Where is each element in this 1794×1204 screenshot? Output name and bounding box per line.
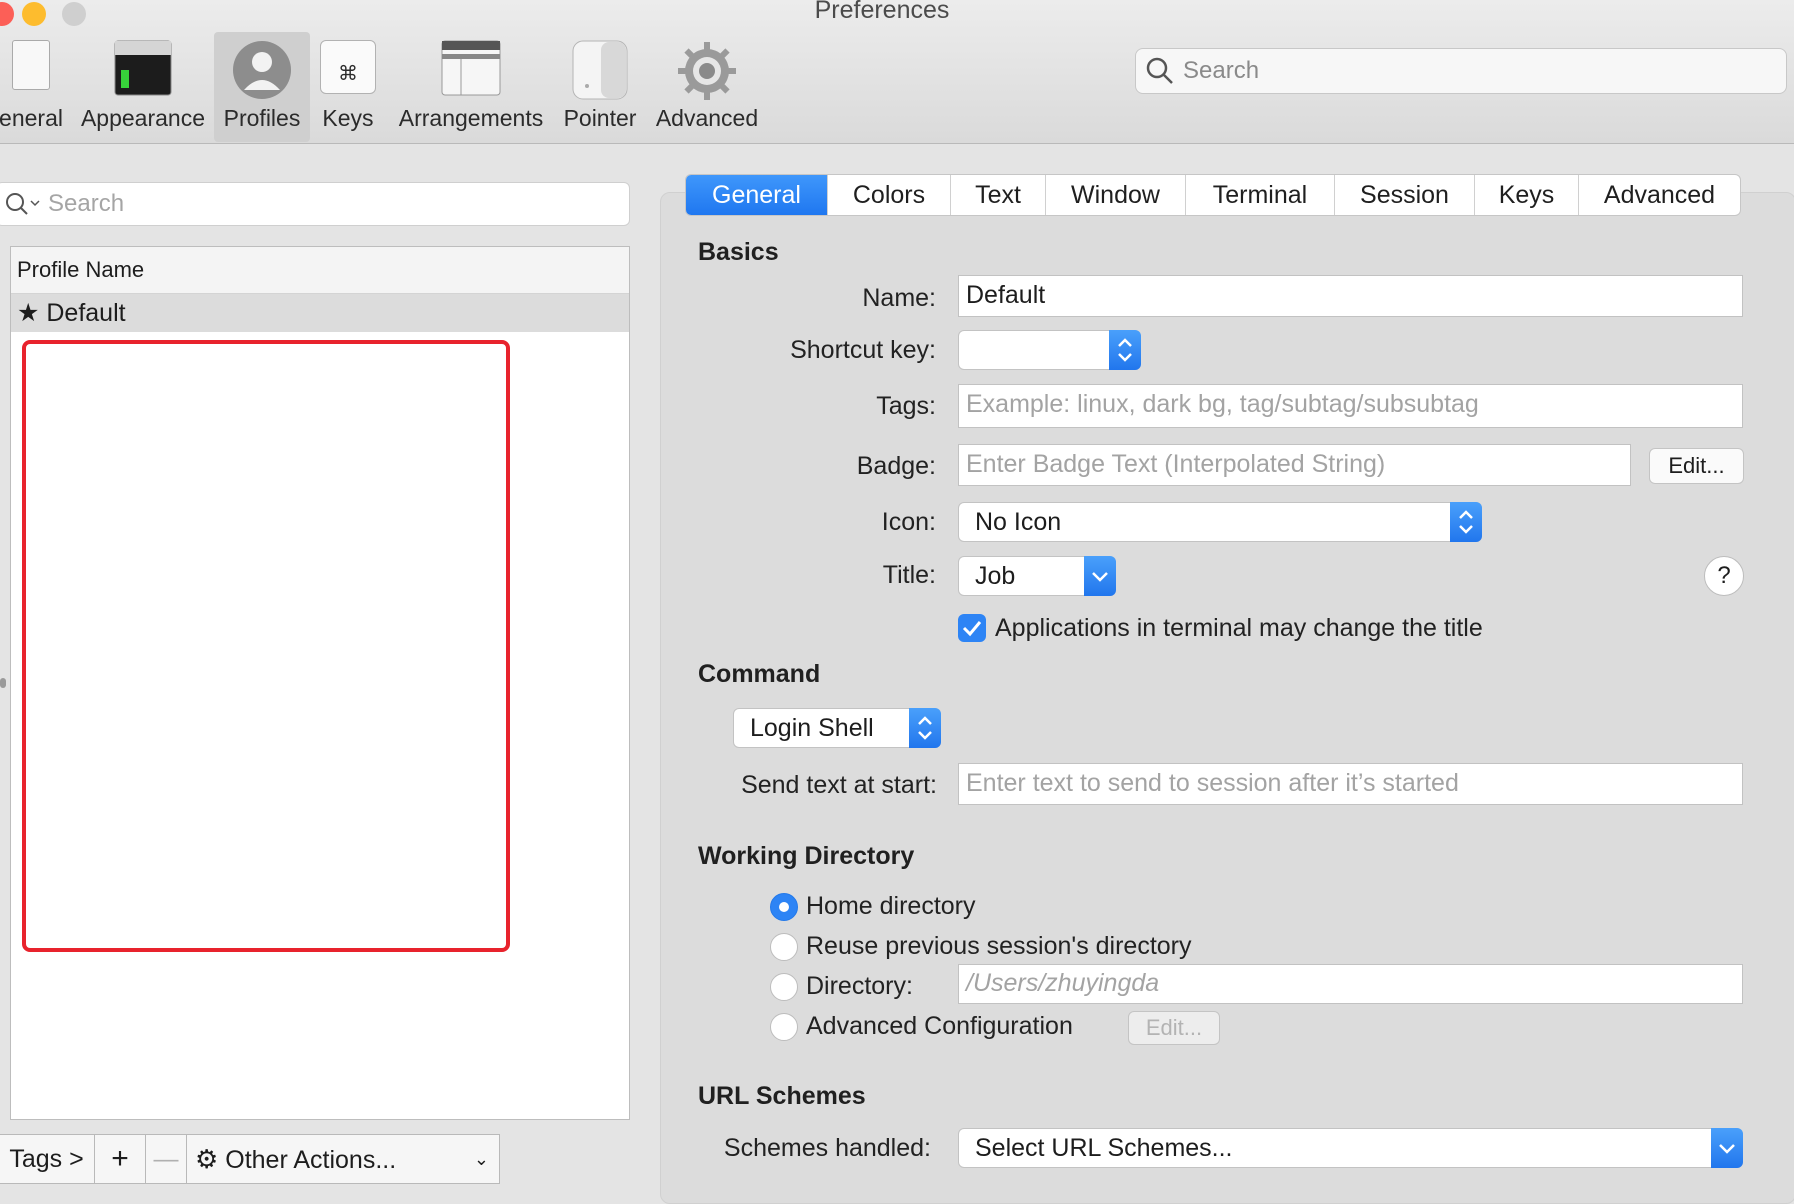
name-label: Name: (862, 284, 936, 312)
directory-label: Directory: (806, 972, 913, 1000)
other-actions-label: Other Actions... (225, 1146, 397, 1174)
toolbar-appearance[interactable]: Appearance (78, 32, 208, 142)
up-down-stepper-icon (1450, 502, 1482, 542)
toolbar-advanced[interactable]: Advanced (652, 32, 762, 142)
apps-change-title-label: Applications in terminal may change the … (995, 614, 1483, 642)
chevron-down-icon (1711, 1128, 1743, 1168)
url-schemes-popup[interactable]: Select URL Schemes... (958, 1128, 1743, 1168)
send-text-label: Send text at start: (741, 771, 937, 799)
tab-session[interactable]: Session (1335, 175, 1475, 215)
directory-path-field[interactable]: /Users/zhuyingda (958, 964, 1743, 1004)
toolbar-pointer-label: Pointer (563, 105, 637, 131)
tags-label: Tags: (876, 392, 936, 420)
shortcut-key-popup[interactable] (958, 330, 1141, 370)
basics-heading: Basics (698, 238, 779, 266)
preferences-search-placeholder: Search (1183, 57, 1260, 84)
advanced-configuration-radio[interactable] (770, 1013, 798, 1041)
tab-colors[interactable]: Colors (828, 175, 951, 215)
tags-field[interactable]: Example: linux, dark bg, tag/subtag/subs… (958, 384, 1743, 428)
general-icon (12, 40, 50, 90)
home-directory-radio[interactable] (770, 893, 798, 921)
send-text-field[interactable]: Enter text to send to session after it’s… (958, 763, 1743, 805)
help-button[interactable]: ? (1704, 556, 1744, 596)
working-directory-heading: Working Directory (698, 842, 915, 870)
preferences-search-field[interactable]: Search (1135, 48, 1787, 94)
other-actions-menu[interactable]: ⚙ Other Actions... ⌄ (186, 1134, 500, 1184)
toolbar: Preferences eneral Appearance Profiles ⌘… (0, 0, 1794, 144)
command-popup-value: Login Shell (750, 714, 874, 742)
mouse-icon (572, 40, 628, 100)
schemes-handled-label: Schemes handled: (723, 1134, 931, 1162)
command-heading: Command (698, 660, 821, 688)
shortcut-key-label: Shortcut key: (790, 336, 936, 364)
search-icon (1146, 57, 1173, 84)
icon-popup-value: No Icon (975, 508, 1062, 536)
remove-profile-button[interactable]: — (145, 1134, 187, 1184)
command-popup[interactable]: Login Shell (733, 708, 941, 748)
url-schemes-popup-value: Select URL Schemes... (975, 1134, 1233, 1162)
icon-popup[interactable]: No Icon (958, 502, 1482, 542)
apps-change-title-checkbox[interactable] (958, 614, 986, 642)
gear-icon (678, 42, 736, 100)
chevron-down-icon: ⌄ (473, 1149, 489, 1169)
highlight-annotation-box (22, 340, 510, 952)
split-view-handle[interactable] (0, 678, 6, 688)
command-key-icon: ⌘ (320, 40, 376, 94)
toolbar-keys-label: Keys (322, 105, 374, 131)
toolbar-appearance-label: Appearance (80, 105, 206, 131)
toolbar-general[interactable]: eneral (0, 32, 66, 142)
home-directory-label: Home directory (806, 892, 976, 920)
up-down-stepper-icon (1109, 330, 1141, 370)
search-icon (6, 193, 40, 215)
tab-window[interactable]: Window (1046, 175, 1186, 215)
checkmark-icon (962, 621, 982, 637)
tab-text[interactable]: Text (951, 175, 1046, 215)
tags-toggle-button[interactable]: Tags > (0, 1134, 95, 1184)
toolbar-profiles[interactable]: Profiles (214, 32, 310, 142)
profile-row-default[interactable]: ★ Default (11, 294, 629, 332)
reuse-directory-label: Reuse previous session's directory (806, 932, 1192, 960)
toolbar-arrangements-label: Arrangements (398, 105, 544, 131)
tab-advanced[interactable]: Advanced (1579, 175, 1740, 215)
gear-icon: ⚙ (195, 1144, 219, 1174)
star-icon: ★ (17, 299, 40, 327)
advanced-configuration-label: Advanced Configuration (806, 1012, 1073, 1040)
toolbar-pointer[interactable]: Pointer (560, 32, 640, 142)
advanced-configuration-edit-button[interactable]: Edit... (1128, 1011, 1220, 1045)
up-down-stepper-icon (909, 708, 941, 748)
toolbar-arrangements[interactable]: Arrangements (396, 32, 546, 142)
profile-name-field[interactable]: Default (958, 275, 1743, 317)
arrangements-icon (441, 40, 501, 96)
toolbar-profiles-label: Profiles (223, 105, 301, 131)
tab-terminal[interactable]: Terminal (1186, 175, 1335, 215)
badge-label: Badge: (856, 452, 936, 480)
url-schemes-heading: URL Schemes (698, 1082, 866, 1110)
profile-search-field[interactable]: Search (0, 182, 630, 226)
tab-keys[interactable]: Keys (1475, 175, 1579, 215)
appearance-icon (114, 40, 172, 96)
chevron-down-icon (1084, 556, 1116, 596)
profile-search-placeholder: Search (48, 190, 125, 217)
title-popup[interactable]: Job (958, 556, 1116, 596)
add-profile-button[interactable]: + (94, 1134, 146, 1184)
title-popup-value: Job (975, 562, 1016, 590)
badge-edit-button[interactable]: Edit... (1649, 448, 1744, 484)
toolbar-advanced-label: Advanced (655, 105, 759, 131)
toolbar-keys[interactable]: ⌘ Keys (318, 32, 378, 142)
toolbar-general-label: eneral (0, 105, 63, 131)
profile-tabs: General Colors Text Window Terminal Sess… (685, 174, 1741, 216)
title-label: Title: (882, 561, 936, 589)
profile-name-column-header[interactable]: Profile Name (11, 247, 629, 294)
reuse-directory-radio[interactable] (770, 933, 798, 961)
window-title: Preferences (814, 0, 950, 24)
badge-field[interactable]: Enter Badge Text (Interpolated String) (958, 444, 1631, 486)
profiles-icon (233, 41, 291, 99)
directory-radio[interactable] (770, 973, 798, 1001)
tab-general[interactable]: General (686, 175, 828, 215)
icon-label: Icon: (881, 508, 936, 536)
profile-name: Default (46, 299, 126, 327)
